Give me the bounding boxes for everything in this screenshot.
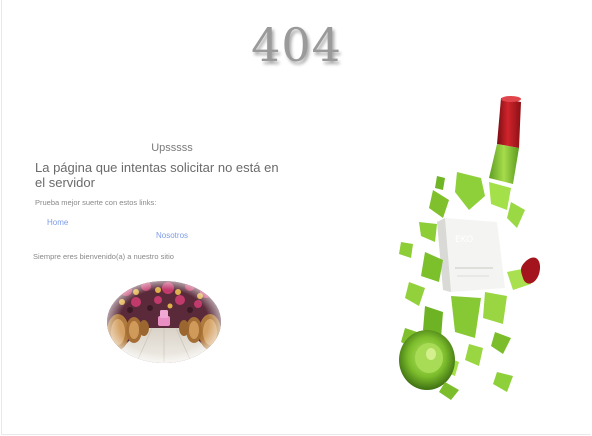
- welcome-text: Siempre eres bienvenido(a) a nuestro sit…: [33, 252, 174, 261]
- error-message: La página que intentas solicitar no está…: [35, 160, 279, 190]
- error-code-heading: 404: [251, 18, 342, 72]
- about-us-link[interactable]: Nosotros: [156, 231, 188, 240]
- home-link[interactable]: Home: [47, 218, 68, 227]
- shattered-bottle-image: EKO: [399, 96, 541, 400]
- svg-text:EKO: EKO: [455, 235, 473, 245]
- error-subtitle: Upsssss: [151, 142, 193, 154]
- links-hint: Prueba mejor suerte con estos links:: [35, 198, 157, 207]
- page-frame: 404 Upsssss La página que intentas solic…: [1, 0, 591, 435]
- wine-cellar-image: [107, 281, 221, 363]
